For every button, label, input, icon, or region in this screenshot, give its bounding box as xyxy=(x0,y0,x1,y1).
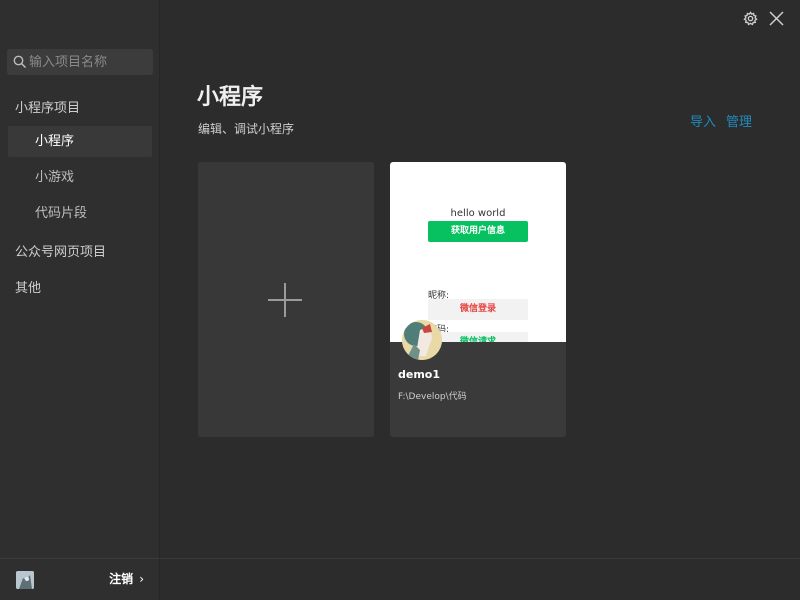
import-link[interactable]: 导入 xyxy=(690,111,716,130)
search-icon xyxy=(13,55,27,69)
new-project-card[interactable] xyxy=(198,162,374,437)
sidebar-footer: 注销 › xyxy=(0,558,160,600)
avatar[interactable] xyxy=(16,571,34,589)
avatar-image-icon xyxy=(16,571,34,589)
logout-label: 注销 xyxy=(109,572,134,586)
nav-group-miniprogram[interactable]: 小程序项目 xyxy=(15,97,80,116)
search-input[interactable] xyxy=(29,49,149,75)
nav-group-other[interactable]: 其他 xyxy=(15,277,41,296)
sidebar: 小程序项目 小程序 小游戏 代码片段 公众号网页项目 其他 注销 › xyxy=(0,0,160,600)
page-title: 小程序 xyxy=(197,85,264,110)
gear-icon[interactable] xyxy=(743,11,758,26)
page-subtitle: 编辑、调试小程序 xyxy=(198,122,295,136)
logout-button[interactable]: 注销 › xyxy=(109,570,144,587)
preview-hello-text: hello world xyxy=(450,208,506,219)
sidebar-item-miniprogram[interactable]: 小程序 xyxy=(8,126,152,157)
nav-group-official-web[interactable]: 公众号网页项目 xyxy=(15,241,106,260)
project-card[interactable]: hello world 获取用户信息 昵称: 微信登录 权码: 微信请求 dem… xyxy=(390,162,566,437)
chevron-right-icon: › xyxy=(139,572,144,586)
preview-wechat-login-button: 微信登录 xyxy=(428,299,528,320)
project-path: F:\Develop\代码 xyxy=(398,392,467,402)
close-icon[interactable] xyxy=(768,10,785,27)
search-box[interactable] xyxy=(7,49,153,75)
sidebar-item-minigame[interactable]: 小游戏 xyxy=(8,162,152,193)
sidebar-item-code-snippet[interactable]: 代码片段 xyxy=(8,198,152,229)
bottom-divider xyxy=(160,558,800,559)
preview-partial-button: 微信请求 xyxy=(428,332,528,342)
project-avatar-image-icon xyxy=(402,320,442,360)
project-preview: hello world 获取用户信息 昵称: 微信登录 权码: 微信请求 xyxy=(390,162,566,342)
manage-link[interactable]: 管理 xyxy=(726,111,752,130)
project-avatar xyxy=(402,320,442,360)
plus-icon-vertical xyxy=(284,283,286,317)
preview-get-user-info-button: 获取用户信息 xyxy=(428,221,528,242)
project-name: demo1 xyxy=(398,368,441,381)
